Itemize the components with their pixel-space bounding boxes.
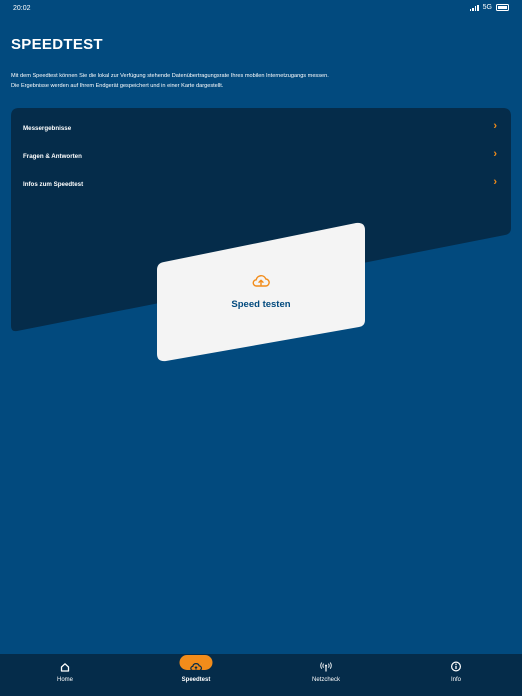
menu-list: Messergebnisse › Fragen & Antworten › In… xyxy=(11,116,511,200)
menu-item-fragen-antworten[interactable]: Fragen & Antworten › xyxy=(11,144,511,172)
menu-item-infos-speedtest[interactable]: Infos zum Speedtest › xyxy=(11,172,511,200)
speed-test-button[interactable]: Speed testen xyxy=(156,222,366,362)
tab-label: Speedtest xyxy=(181,677,211,683)
tab-home[interactable]: Home xyxy=(25,654,105,696)
menu-item-messergebnisse[interactable]: Messergebnisse › xyxy=(11,116,511,144)
menu-item-label: Fragen & Antworten xyxy=(23,153,82,160)
menu-item-label: Messergebnisse xyxy=(23,125,72,132)
page-title: SPEEDTEST xyxy=(11,36,103,53)
chevron-right-icon: › xyxy=(493,120,497,132)
tab-bar: Home Speedtest Netzcheck Info xyxy=(0,654,522,696)
tab-netzcheck[interactable]: Netzcheck xyxy=(286,654,366,696)
tab-label: Home xyxy=(56,677,73,683)
tab-info[interactable]: Info xyxy=(416,654,496,696)
info-icon xyxy=(450,660,462,673)
tab-speedtest[interactable]: Speedtest xyxy=(156,654,236,696)
page-description: Mit dem Speedtest können Sie die lokal z… xyxy=(11,72,511,91)
description-line-1: Mit dem Speedtest können Sie die lokal z… xyxy=(11,73,329,79)
description-line-2: Die Ergebnisse werden auf Ihrem Endgerät… xyxy=(11,82,224,89)
battery-icon xyxy=(496,4,509,11)
tab-label: Info xyxy=(450,677,461,683)
card-content: Speed testen xyxy=(156,274,366,312)
antenna-icon xyxy=(320,660,332,673)
menu-item-label: Infos zum Speedtest xyxy=(23,181,84,188)
status-indicators: 5G xyxy=(469,4,509,11)
speedtest-icon xyxy=(190,660,202,673)
signal-icon xyxy=(469,4,479,11)
cloud-upload-icon xyxy=(252,275,270,287)
chevron-right-icon: › xyxy=(493,148,497,160)
status-bar: 20:02 5G xyxy=(0,0,522,20)
status-time: 20:02 xyxy=(13,5,31,12)
tab-label: Netzcheck xyxy=(311,677,340,683)
home-icon xyxy=(60,660,70,673)
chevron-right-icon: › xyxy=(493,176,497,188)
speed-test-label: Speed testen xyxy=(231,299,291,310)
network-type: 5G xyxy=(482,4,492,11)
